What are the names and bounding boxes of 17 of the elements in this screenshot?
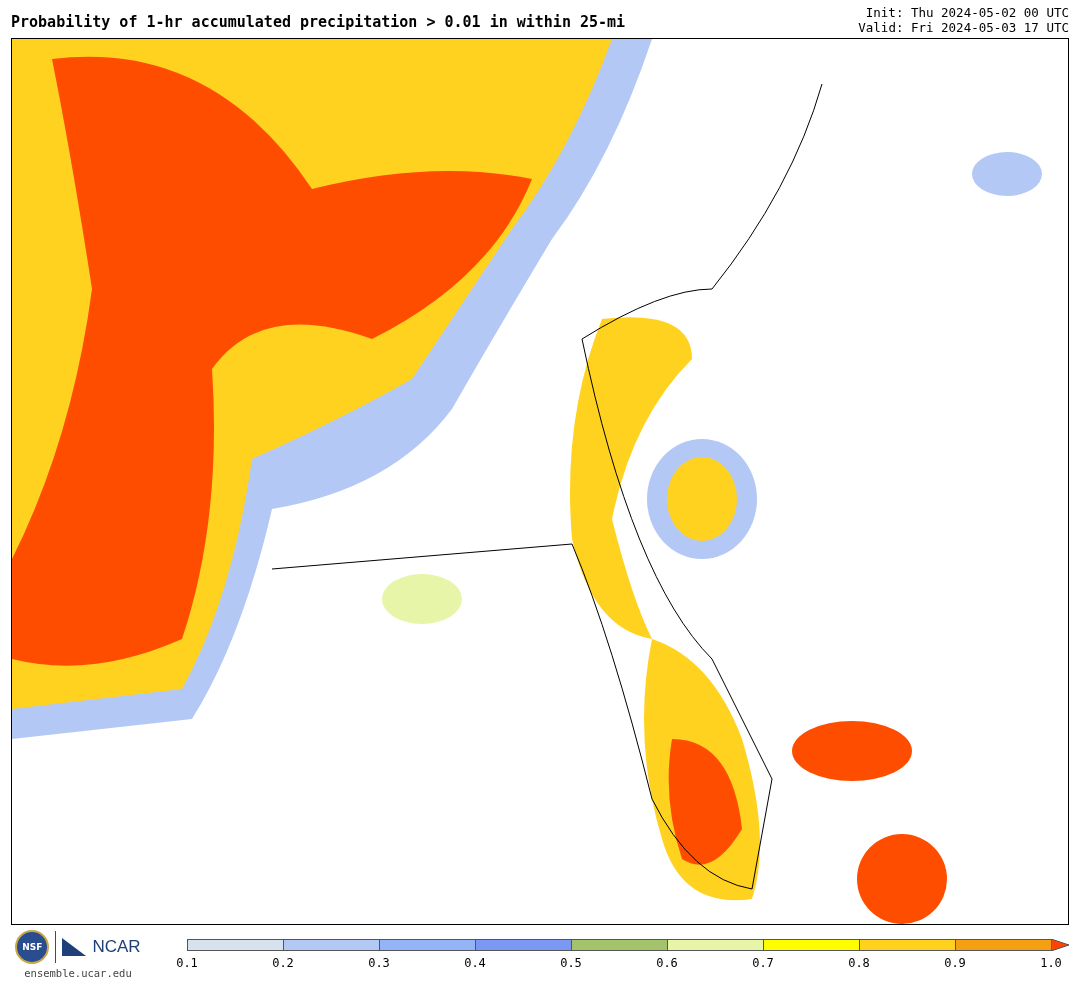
colorbar-tick-label: 0.8 [847,956,871,970]
ncar-logo: NCAR [92,937,141,957]
colorbar-tick-label: 0.5 [559,956,583,970]
colorbar-tick-label: 0.7 [751,956,775,970]
chart-title: Probability of 1-hr accumulated precipitation > 0.01 in within 25-mi [11,13,626,31]
colorbar-tick-label: 0.4 [463,956,487,970]
valid-time: Valid: Fri 2024-05-03 17 UTC [858,20,1069,35]
colorbar-tick-label: 0.2 [271,956,295,970]
site-url: ensemble.ucar.edu [24,967,132,979]
init-time: Init: Thu 2024-05-02 00 UTC [865,5,1069,20]
colorbar-tick-label: 1.0 [1039,956,1063,970]
nsf-logo: NSF [15,930,50,964]
colorbar-tick-label: 0.1 [175,956,199,970]
colorbar-tick-label: 0.6 [655,956,679,970]
colorbar-tick-label: 0.3 [367,956,391,970]
ncar-flag-icon [62,938,87,956]
colorbar-tick-label: 0.9 [943,956,967,970]
